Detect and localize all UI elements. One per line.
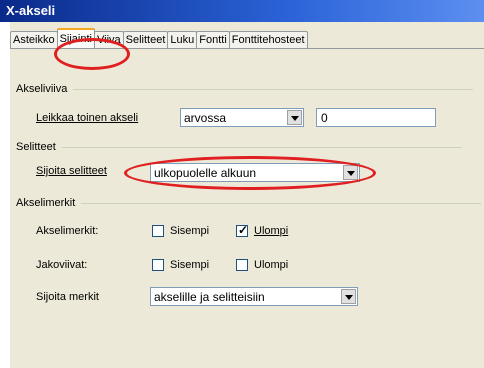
title-bar: X-akseli [0,0,484,22]
chevron-down-icon[interactable] [343,165,358,180]
tab-sijainti[interactable]: Sijainti [56,28,95,49]
cross-value-text: 0 [321,111,328,125]
window-title: X-akseli [6,3,56,18]
minor-outer-checkbox[interactable] [236,259,248,271]
chevron-down-icon[interactable] [341,289,356,304]
place-marks-select-value: akselille ja selitteisiin [154,290,265,304]
tab-luku[interactable]: Luku [167,31,198,49]
tab-asteikko[interactable]: Asteikko [10,31,58,49]
place-labels-select-value: ulkopuolelle alkuun [154,166,257,180]
cross-axis-select[interactable]: arvossa [180,108,304,127]
minor-marks-label: Jakoviivat: [36,259,88,271]
tab-panel [10,48,484,368]
place-marks-select[interactable]: akselille ja selitteisiin [150,287,358,306]
place-marks-label: Sijoita merkit [36,291,99,303]
cross-axis-label: Leikkaa toinen akseli [36,112,139,124]
cross-axis-select-value: arvossa [184,111,227,125]
major-outer-label: Ulompi [254,225,289,237]
tab-selitteet[interactable]: Selitteet [122,31,169,49]
minor-inner-label: Sisempi [170,259,210,271]
labels-section-label: Selitteet [16,141,459,153]
chevron-down-icon[interactable] [287,110,302,125]
place-labels-select[interactable]: ulkopuolelle alkuun [150,163,360,182]
tab-fontti[interactable]: Fontti [196,31,230,49]
major-inner-checkbox[interactable] [152,225,164,237]
tab-viiva[interactable]: Viiva [93,31,124,49]
cross-value-input[interactable]: 0 [316,108,436,127]
tab-strip: Asteikko Sijainti Viiva Selitteet Luku Fontti… [10,28,308,49]
minor-outer-label: Ulompi [254,259,289,271]
minor-inner-checkbox[interactable] [152,259,164,271]
tab-fonttitehosteet[interactable]: Fonttitehosteet [228,31,308,49]
place-labels-label: Sijoita selitteet [36,165,107,177]
major-inner-label: Sisempi [170,225,210,237]
marks-section-label: Akselimerkit [16,197,484,209]
major-outer-checkbox[interactable] [236,223,248,237]
major-marks-label: Akselimerkit: [36,225,99,237]
axis-line-section-label: Akseliviiva [16,83,477,95]
